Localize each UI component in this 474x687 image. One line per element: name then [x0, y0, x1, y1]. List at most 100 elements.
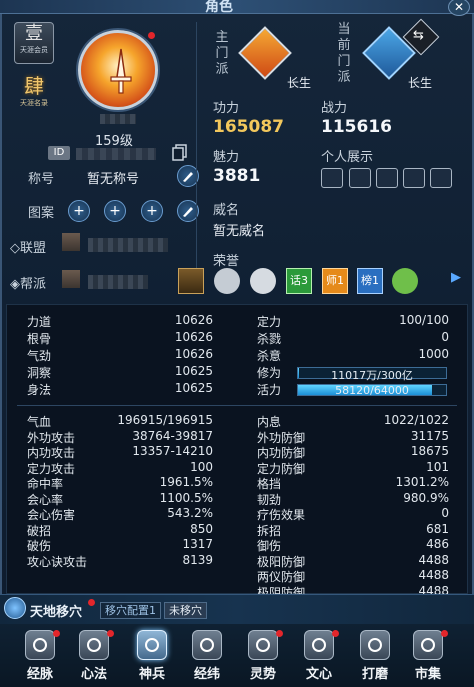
chevron-right-icon[interactable]: ▶	[451, 270, 463, 285]
swap-icon: ⇆	[413, 28, 424, 43]
stat-row: 两仪防御 4488	[7, 568, 469, 584]
stat-value: 18675	[410, 444, 449, 458]
pattern-slot-2[interactable]: +	[104, 200, 126, 222]
stat-value: 1000	[418, 347, 449, 361]
stat-label: 身法	[27, 383, 52, 397]
stat-value: 10626	[174, 347, 213, 361]
nav-item-7[interactable]: 打磨	[351, 626, 399, 684]
ranking-badge[interactable]: 肆 天涯名录	[14, 74, 54, 112]
stat-value: 13357-14210	[132, 444, 213, 458]
stat-value: 101	[426, 459, 449, 474]
stat-label: 破招	[27, 523, 52, 538]
guild-emblem	[62, 270, 80, 288]
nav-notification-dot	[332, 630, 339, 637]
stat-row: 会心率 1100.5% 韧劲 980.9%	[7, 491, 469, 507]
pattern-slot-1[interactable]: +	[68, 200, 90, 222]
member-rank-badge[interactable]: 壹 天涯会员	[14, 22, 54, 64]
stat-value: 486	[426, 537, 449, 551]
honor-event-icon[interactable]	[392, 268, 418, 294]
show-house-icon[interactable]	[349, 168, 371, 188]
show-gate-icon[interactable]	[376, 168, 398, 188]
nav-item-label: 文心	[305, 667, 332, 682]
stat-value: 1317	[182, 537, 213, 551]
nav-notification-dot	[441, 630, 448, 637]
stat-label: 内功防御	[257, 446, 306, 460]
nav-notification-dot	[53, 630, 60, 637]
stat-label: 两仪防御	[257, 570, 306, 584]
prestige-value: 暂无威名	[213, 224, 266, 239]
guild-rank-icon[interactable]	[178, 268, 204, 294]
show-card-icon[interactable]	[321, 168, 343, 188]
stat-label: 洞察	[27, 366, 52, 380]
nav-item-6[interactable]: 文心	[295, 626, 343, 684]
nav-item-5[interactable]: 灵势	[239, 626, 287, 684]
alliance-name	[88, 238, 168, 252]
stats-divider	[17, 405, 457, 406]
show-outfit-icon[interactable]	[430, 168, 452, 188]
stats-panel: 力道 10626 定力 100/100 根骨 10626 杀戮 0 气劲 10626 杀意 1000 洞…	[6, 304, 469, 600]
pen-icon	[183, 207, 193, 217]
stat-value: 4488	[418, 552, 449, 567]
stat-value: 10626	[174, 330, 213, 344]
stat-value: 0	[441, 506, 449, 520]
copy-icon[interactable]	[172, 144, 188, 161]
stat-value: 1301.2%	[395, 475, 449, 489]
market-icon	[413, 630, 443, 660]
stat-value: 10625	[174, 381, 213, 395]
nav-item-label: 心法	[80, 667, 107, 682]
avatar[interactable]	[78, 30, 158, 110]
stat-row: 根骨 10626 杀戮 0	[7, 330, 469, 346]
stat-label: 会心伤害	[27, 508, 76, 522]
player-id	[76, 148, 156, 160]
meili-value: 3881	[213, 166, 261, 186]
rank-badge-caption: 天涯会员	[20, 46, 48, 54]
honor-house-icon[interactable]	[250, 268, 276, 294]
huoli-progress-bar: 58120/64000	[297, 384, 447, 397]
stat-label: 内功攻击	[27, 446, 76, 460]
id-label: ID	[48, 146, 70, 160]
nav-item-8[interactable]: 市集	[404, 626, 452, 684]
player-level: 159级	[95, 134, 133, 149]
nav-item-4[interactable]: 经纬	[183, 626, 231, 684]
pattern-label: 图案	[28, 206, 55, 221]
guild-name	[88, 275, 148, 289]
honor-rank-badge[interactable]: 榜1	[357, 268, 383, 294]
stat-label: 格挡	[257, 477, 282, 491]
stat-row: 破伤 1317 御伤 486	[7, 537, 469, 553]
weapon-icon	[137, 630, 167, 660]
title-value: 暂无称号	[87, 172, 140, 187]
stat-label: 拆招	[257, 523, 282, 538]
nav-item-1[interactable]: 经脉	[16, 626, 64, 684]
nav-item-3[interactable]: 神兵	[128, 626, 176, 684]
stat-value: 31175	[410, 428, 449, 443]
main-sect-icon[interactable]	[238, 26, 292, 80]
stat-row: 气血 196915/196915 内息 1022/1022	[7, 413, 469, 429]
nav-notification-dot	[107, 630, 114, 637]
nav-item-2[interactable]: 心法	[70, 626, 118, 684]
sword-emblem-icon	[110, 48, 132, 94]
book-icon	[79, 630, 109, 660]
stat-label: 修为	[257, 366, 282, 380]
stat-label: 力道	[27, 315, 52, 329]
honor-talk-badge[interactable]: 话3	[286, 268, 312, 294]
alliance-label: ◇联盟	[10, 241, 47, 256]
guild-label: ◈帮派	[10, 277, 47, 292]
honor-lotus-icon[interactable]	[214, 268, 240, 294]
stat-row: 破招 850 拆招 681	[7, 522, 469, 538]
acupoint-status-tag[interactable]: 未移穴	[164, 602, 207, 619]
honor-master-badge[interactable]: 师1	[322, 268, 348, 294]
show-mount-icon[interactable]	[403, 168, 425, 188]
honor-label: 荣誉	[213, 254, 240, 269]
title-bar: 角色	[0, 0, 474, 15]
acupoint-title: 天地移穴	[30, 605, 83, 620]
stat-label: 韧劲	[257, 492, 282, 507]
acupoint-config-tag[interactable]: 移穴配置1	[100, 602, 161, 619]
stat-value: 1022/1022	[383, 413, 449, 427]
ranking-badge-glyph: 肆	[24, 74, 44, 98]
acupoint-swirl-icon[interactable]	[4, 597, 26, 619]
current-sect-icon[interactable]	[362, 26, 416, 80]
stat-row: 攻心诀攻击 8139 极阳防御 4488	[7, 553, 469, 569]
nav-item-label: 打磨	[361, 667, 388, 682]
pattern-slot-3[interactable]: +	[141, 200, 163, 222]
rank-badge-glyph: 壹	[25, 23, 43, 44]
